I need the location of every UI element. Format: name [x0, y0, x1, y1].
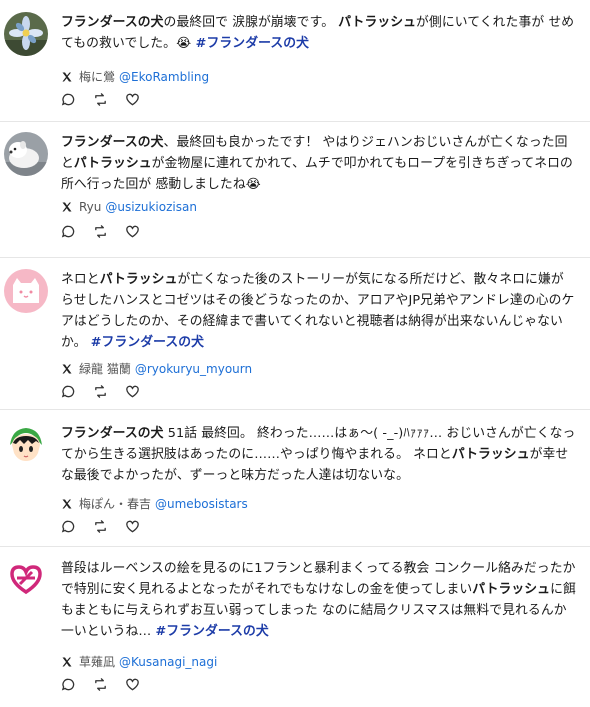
- avatar[interactable]: [4, 269, 48, 313]
- repost-icon[interactable]: [93, 92, 109, 108]
- dog-avatar-icon: [4, 132, 48, 176]
- post-text: ネロとパトラッシュが亡くなった後のストーリーが気になる所だけど、散々ネロに嫌がら…: [61, 269, 576, 353]
- hashtag-link[interactable]: #フランダースの犬: [91, 335, 204, 350]
- post[interactable]: 普段はルーベンスの絵を見るのに1フランと暴利まくってる教会 コンクール絡みだった…: [0, 547, 590, 707]
- post-text-segment: フランダースの犬: [61, 135, 164, 150]
- avatar[interactable]: [4, 423, 48, 467]
- author-name: 草薙凪: [79, 655, 116, 669]
- post-text: フランダースの犬 51話 最終回。 終わった……はぁ〜( -_-)ﾊｧｧｧ… お…: [61, 423, 576, 486]
- like-icon[interactable]: [125, 677, 141, 693]
- author-name: 梅ぽん・春吉: [79, 497, 152, 511]
- post[interactable]: フランダースの犬 51話 最終回。 終わった……はぁ〜( -_-)ﾊｧｧｧ… お…: [0, 410, 590, 547]
- author-handle[interactable]: @usizukiozisan: [105, 200, 197, 214]
- reply-icon[interactable]: [61, 92, 77, 108]
- post-text: フランダースの犬の最終回で 涙腺が崩壊です。 パトラッシュが側にいてくれた事が …: [61, 12, 576, 54]
- avatar[interactable]: [4, 12, 48, 56]
- author-line[interactable]: Ryu @usizukiozisan: [61, 200, 197, 214]
- post-text: 普段はルーベンスの絵を見るのに1フランと暴利まくってる教会 コンクール絡みだった…: [61, 558, 576, 642]
- post-text-segment: パトラッシュ: [73, 156, 152, 171]
- author-name: 緑龍 猫蘭: [79, 362, 131, 376]
- crying-emoji: 😭: [245, 177, 261, 192]
- post-text: フランダースの犬、最終回も良かったです！ やはりジェハンおじいさんが亡くなった回…: [61, 132, 576, 195]
- repost-icon[interactable]: [93, 224, 109, 240]
- x-logo-icon: [62, 499, 72, 508]
- repost-icon[interactable]: [93, 677, 109, 693]
- post-text-segment: ネロと: [61, 272, 100, 287]
- author-handle[interactable]: @umebosistars: [155, 497, 248, 511]
- author-name: Ryu: [79, 200, 102, 214]
- post[interactable]: フランダースの犬の最終回で 涙腺が崩壊です。 パトラッシュが側にいてくれた事が …: [0, 0, 590, 122]
- author-line[interactable]: 緑龍 猫蘭 @ryokuryu_myourn: [61, 360, 252, 377]
- like-icon[interactable]: [125, 224, 141, 240]
- crying-emoji: 😭: [176, 36, 192, 51]
- post-feed: フランダースの犬の最終回で 涙腺が崩壊です。 パトラッシュが側にいてくれた事が …: [0, 0, 590, 707]
- repost-icon[interactable]: [93, 519, 109, 535]
- reply-icon[interactable]: [61, 224, 77, 240]
- reply-icon[interactable]: [61, 677, 77, 693]
- post-text-segment: の最終回で 涙腺が崩壊です。: [163, 15, 339, 30]
- x-logo-icon: [62, 364, 72, 373]
- post-actions: [61, 519, 157, 535]
- heart-avatar-icon: [4, 558, 48, 602]
- post-text-segment: パトラッシュ: [472, 582, 551, 597]
- post-text-segment: パトラッシュ: [451, 447, 530, 462]
- post[interactable]: フランダースの犬、最終回も良かったです！ やはりジェハンおじいさんが亡くなった回…: [0, 122, 590, 258]
- avatar[interactable]: [4, 558, 48, 602]
- author-handle[interactable]: @EkoRambling: [119, 70, 209, 84]
- post-text-segment: パトラッシュ: [338, 15, 417, 30]
- author-handle[interactable]: @Kusanagi_nagi: [119, 655, 217, 669]
- reply-icon[interactable]: [61, 519, 77, 535]
- like-icon[interactable]: [125, 519, 141, 535]
- author-line[interactable]: 梅に鶯 @EkoRambling: [61, 68, 209, 85]
- reply-icon[interactable]: [61, 384, 77, 400]
- author-line[interactable]: 草薙凪 @Kusanagi_nagi: [61, 653, 217, 670]
- author-name: 梅に鶯: [79, 70, 116, 84]
- author-handle[interactable]: @ryokuryu_myourn: [135, 362, 252, 376]
- post-actions: [61, 384, 157, 400]
- author-line[interactable]: 梅ぽん・春吉 @umebosistars: [61, 495, 248, 512]
- post-text-segment: パトラッシュ: [99, 272, 178, 287]
- repost-icon[interactable]: [93, 384, 109, 400]
- like-icon[interactable]: [125, 384, 141, 400]
- hashtag-link[interactable]: #フランダースの犬: [155, 624, 268, 639]
- like-icon[interactable]: [125, 92, 141, 108]
- flower-avatar-icon: [4, 12, 48, 56]
- cat-avatar-icon: [4, 269, 48, 313]
- post-text-segment: フランダースの犬: [61, 426, 164, 441]
- x-logo-icon: [62, 657, 72, 666]
- girl-avatar-icon: [4, 423, 48, 467]
- post-text-segment: フランダースの犬: [61, 15, 164, 30]
- post-actions: [61, 224, 157, 240]
- hashtag-link[interactable]: #フランダースの犬: [191, 36, 309, 51]
- post-actions: [61, 677, 157, 693]
- avatar[interactable]: [4, 132, 48, 176]
- x-logo-icon: [62, 202, 72, 212]
- post-actions: [61, 92, 157, 108]
- x-logo-icon: [62, 72, 72, 81]
- post[interactable]: ネロとパトラッシュが亡くなった後のストーリーが気になる所だけど、散々ネロに嫌がら…: [0, 258, 590, 410]
